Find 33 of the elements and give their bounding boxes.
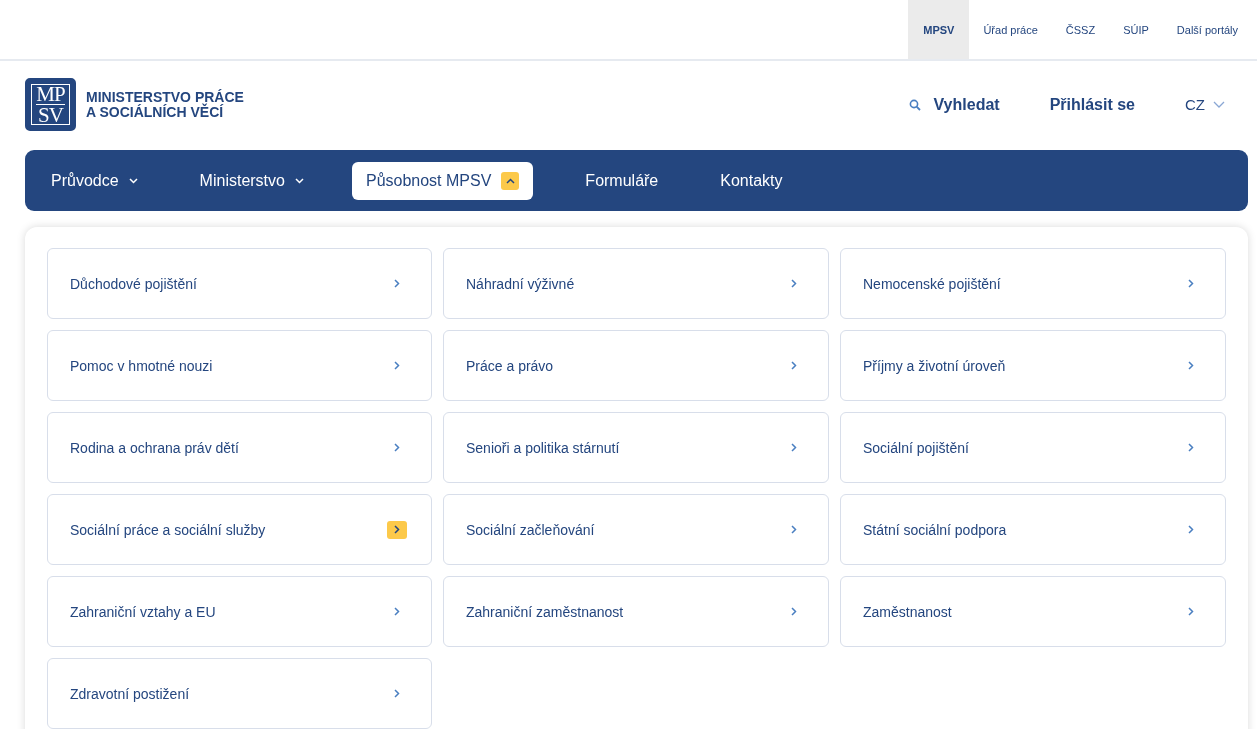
portal-link[interactable]: MPSV <box>908 0 970 59</box>
menu-item[interactable]: Zahraniční zaměstnanost <box>443 576 829 647</box>
nav-tab[interactable]: Ministerstvo <box>185 161 318 200</box>
menu-item[interactable]: Zdravotní postižení <box>47 658 432 729</box>
portal-link[interactable]: Úřad práce <box>969 0 1052 59</box>
logo-icon[interactable]: MP SV <box>25 78 76 131</box>
chevron-down-icon <box>1213 100 1225 109</box>
menu-item[interactable]: Rodina a ochrana práv dětí <box>47 412 432 483</box>
portal-link[interactable]: ČSSZ <box>1051 0 1110 59</box>
menu-item[interactable]: Sociální práce a sociální služby <box>47 494 432 565</box>
menu-item[interactable]: Nemocenské pojištění <box>840 248 1226 319</box>
portal-link[interactable]: Další portály <box>1162 0 1252 59</box>
menu-item[interactable]: Sociální začleňování <box>443 494 829 565</box>
search-icon[interactable] <box>908 98 921 111</box>
menu-item[interactable]: Důchodové pojištění <box>47 248 432 319</box>
nav-tab[interactable]: Kontakty <box>706 161 797 200</box>
menu-item[interactable]: Práce a právo <box>443 330 829 401</box>
language-selector[interactable]: CZ <box>1185 96 1225 113</box>
nav-tab[interactable]: Působnost MPSV <box>351 161 534 200</box>
nav-tab[interactable]: Průvodce <box>37 161 152 200</box>
nav-tab[interactable]: Formuláře <box>571 161 673 200</box>
search-link[interactable]: Vyhledat <box>933 95 1000 114</box>
logo-text: A SOCIÁLNÍCH VĚCÍ <box>86 104 225 120</box>
login-link[interactable]: Přihlásit se <box>1049 95 1135 114</box>
menu-item[interactable]: Náhradní výživné <box>443 248 829 319</box>
menu-item[interactable]: Zahraniční vztahy a EU <box>47 576 432 647</box>
menu-item[interactable]: Zaměstnanost <box>840 576 1226 647</box>
portal-link[interactable]: SÚIP <box>1109 0 1163 59</box>
menu-item[interactable]: Státní sociální podpora <box>840 494 1226 565</box>
menu-item[interactable]: Pomoc v hmotné nouzi <box>47 330 432 401</box>
menu-item[interactable]: Sociální pojištění <box>840 412 1226 483</box>
menu-item[interactable]: Příjmy a životní úroveň <box>840 330 1226 401</box>
menu-item[interactable]: Senioři a politika stárnutí <box>443 412 829 483</box>
